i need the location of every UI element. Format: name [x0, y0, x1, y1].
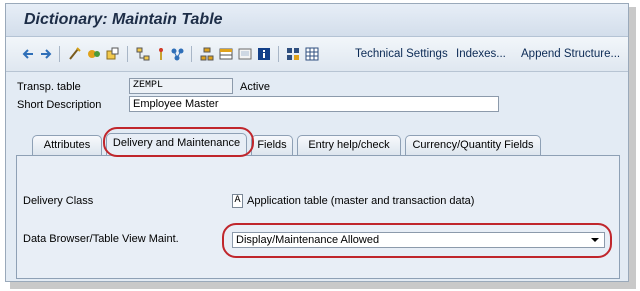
toolbar-separator — [278, 46, 279, 62]
sap-window: Dictionary: Maintain Table Technical Set… — [5, 3, 629, 282]
activate-icon[interactable] — [170, 47, 184, 61]
delivery-class-field[interactable]: A — [232, 194, 243, 208]
data-browser-select[interactable]: Display/Maintenance Allowed — [232, 232, 605, 248]
layout-icon[interactable] — [219, 47, 233, 61]
tab-currency-quantity-fields[interactable]: Currency/Quantity Fields — [405, 135, 541, 155]
title-bar: Dictionary: Maintain Table — [6, 4, 628, 37]
back-arrow-icon[interactable] — [22, 47, 34, 61]
toolbar-separator — [127, 46, 128, 62]
toolbar-separator — [59, 46, 60, 62]
delivery-class-description: Application table (master and transactio… — [247, 195, 475, 207]
where-used-icon[interactable] — [136, 47, 150, 61]
active-inactive-icon[interactable] — [87, 47, 101, 61]
table-icon[interactable] — [305, 47, 319, 61]
display-change-icon[interactable] — [68, 47, 82, 61]
forward-arrow-icon[interactable] — [40, 47, 52, 61]
data-browser-select-value: Display/Maintenance Allowed — [236, 234, 380, 246]
tab-fields[interactable]: Fields — [251, 135, 293, 155]
toolbar-separator — [191, 46, 192, 62]
tab-entry-help-check[interactable]: Entry help/check — [297, 135, 401, 155]
technical-settings-button[interactable]: Technical Settings — [355, 48, 448, 60]
short-description-field[interactable]: Employee Master — [129, 96, 499, 112]
window-title: Dictionary: Maintain Table — [24, 11, 223, 28]
screen-icon[interactable] — [238, 47, 252, 61]
grid-icon[interactable] — [286, 47, 300, 61]
tab-panel — [16, 155, 620, 279]
tab-attributes[interactable]: Attributes — [32, 135, 102, 155]
append-structure-button[interactable]: Append Structure... — [521, 48, 620, 60]
info-icon[interactable] — [257, 47, 271, 61]
tab-delivery-and-maintenance[interactable]: Delivery and Maintenance — [106, 133, 247, 156]
indexes-button[interactable]: Indexes... — [456, 48, 506, 60]
transp-table-label: Transp. table — [17, 81, 81, 93]
data-browser-label: Data Browser/Table View Maint. — [23, 233, 179, 245]
check-icon[interactable] — [156, 47, 166, 61]
table-name-field[interactable]: ZEMPL — [129, 78, 233, 94]
status-text: Active — [240, 81, 270, 93]
hierarchy-icon[interactable] — [200, 47, 214, 61]
delivery-class-label: Delivery Class — [23, 195, 94, 207]
chevron-down-icon[interactable] — [591, 238, 599, 242]
application-toolbar: Technical Settings Indexes... Append Str… — [6, 37, 628, 72]
short-description-label: Short Description — [17, 99, 102, 111]
other-object-icon[interactable] — [106, 47, 120, 61]
